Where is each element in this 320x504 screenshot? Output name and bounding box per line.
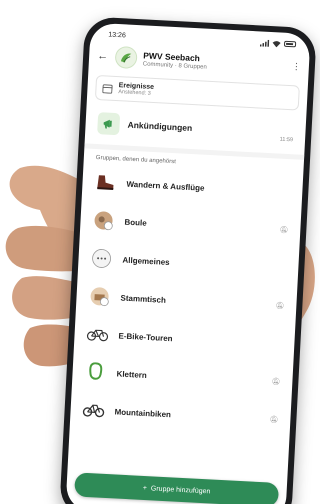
chat-bubble-icon (90, 247, 113, 270)
boule-avatar-icon (92, 209, 115, 232)
group-mute-placeholder (280, 192, 290, 193)
battery-icon (283, 40, 297, 48)
bell-muted-icon: 🔕︎ (269, 416, 279, 424)
bell-muted-icon: 🔕︎ (275, 302, 285, 311)
group-label: Klettern (116, 368, 148, 380)
add-group-button[interactable]: + Gruppe hinzufügen (74, 472, 280, 504)
signal-icon (259, 39, 270, 47)
events-subtitle: Anstehend: 3 (118, 89, 151, 97)
more-options-icon[interactable]: ⋮ (292, 61, 302, 72)
group-label: Stammtisch (120, 293, 167, 305)
mountain-bike-icon (82, 399, 105, 422)
group-mute-placeholder (272, 344, 282, 345)
bicycle-icon (86, 323, 109, 346)
bell-muted-icon: 🔕︎ (271, 378, 281, 386)
group-label: Boule (124, 217, 147, 228)
status-time: 13:26 (108, 31, 127, 39)
phone-frame: 13:26 ← PWV Seebach Community · 8 Gruppe… (59, 16, 317, 504)
announcements-label: Ankündigungen (127, 119, 193, 134)
group-label: Mountainbiken (114, 406, 172, 419)
group-label: Allgemeines (122, 255, 170, 267)
announcements-time: 11:59 (279, 136, 294, 144)
carabiner-icon (84, 361, 107, 384)
stammtisch-avatar-icon (88, 285, 111, 308)
header-text[interactable]: PWV Seebach Community · 8 Gruppen (143, 50, 287, 74)
status-icons (259, 39, 297, 48)
bell-muted-icon: 🔕︎ (279, 226, 289, 235)
wifi-icon (272, 40, 281, 47)
plus-icon: + (142, 484, 148, 492)
group-mute-placeholder (276, 268, 286, 269)
megaphone-icon (97, 112, 121, 136)
community-logo-icon[interactable] (114, 45, 138, 70)
calendar-icon (102, 83, 113, 94)
group-label: E-Bike-Touren (118, 330, 173, 343)
add-group-label: Gruppe hinzufügen (150, 484, 211, 495)
groups-list: Wandern & Ausflüge Boule 🔕︎ Allgemeines (70, 162, 304, 439)
back-arrow-icon[interactable]: ← (97, 50, 110, 63)
group-label: Wandern & Ausflüge (126, 179, 205, 193)
phone-screen: 13:26 ← PWV Seebach Community · 8 Gruppe… (65, 22, 311, 504)
hiking-boot-icon (94, 171, 117, 194)
